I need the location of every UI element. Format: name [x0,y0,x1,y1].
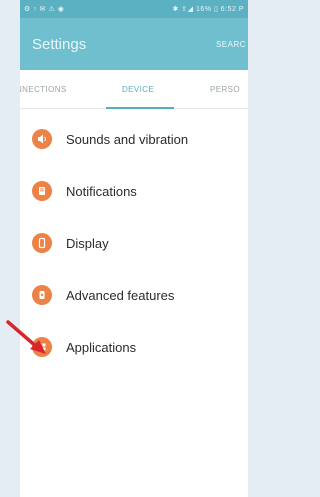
speaker-icon [32,129,52,149]
phone-icon [32,233,52,253]
tab-bar: NNECTIONS DEVICE PERSO [20,70,248,109]
phone-screen: ⚙ ↑ ✉ ⚠ ◉ ✱ ⇧◢ 16% ▯ 6:52 P Settings SEA… [20,0,248,497]
bell-icon [32,181,52,201]
settings-list: Sounds and vibration Notifications Displ… [20,109,248,373]
search-button[interactable]: SEARC [216,40,248,49]
list-item-applications[interactable]: Applications [20,321,248,373]
list-item-advanced-features[interactable]: Advanced features [20,269,248,321]
tab-personal[interactable]: PERSO [210,85,240,94]
status-left-icons: ⚙ ↑ ✉ ⚠ ◉ [24,6,65,13]
app-bar: Settings SEARC [20,18,248,70]
active-tab-indicator [106,107,174,109]
list-item-label: Applications [66,339,137,355]
list-item-label: Display [66,235,109,251]
page-title: Settings [32,35,87,53]
list-item-label: Sounds and vibration [66,131,189,147]
list-item-label: Advanced features [66,287,175,303]
tab-device[interactable]: DEVICE [122,85,154,94]
tab-connections[interactable]: NNECTIONS [20,85,67,94]
annotation-arrow [6,320,46,354]
list-item-label: Notifications [66,183,137,199]
gear-icon [32,285,52,305]
status-bar: ⚙ ↑ ✉ ⚠ ◉ ✱ ⇧◢ 16% ▯ 6:52 P [20,0,248,18]
list-item-sounds[interactable]: Sounds and vibration [20,113,248,165]
status-right-info: ✱ ⇧◢ 16% ▯ 6:52 P [172,6,244,13]
list-item-notifications[interactable]: Notifications [20,165,248,217]
list-item-display[interactable]: Display [20,217,248,269]
